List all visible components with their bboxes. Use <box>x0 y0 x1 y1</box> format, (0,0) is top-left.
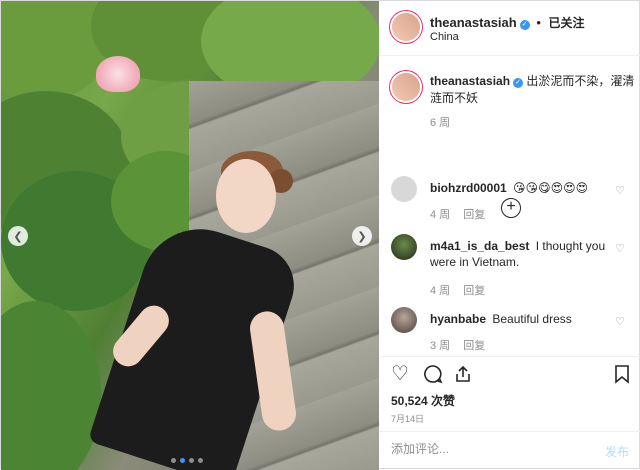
reply-button[interactable]: 回复 <box>463 285 485 297</box>
like-comment-heart-icon[interactable]: ♡ <box>615 315 625 328</box>
comment-time: 4 周 <box>430 285 451 297</box>
comment-text: Beautiful dress <box>492 312 572 326</box>
lotus-flower <box>96 56 140 92</box>
comment-time: 4 周 <box>430 209 451 221</box>
post-header: theanastasiah ✓ • 已关注 China <box>379 1 640 56</box>
comment-meta: 4 周 回复 <box>430 282 485 298</box>
location-link[interactable]: China <box>430 31 459 43</box>
post-date: 7月14日 <box>391 414 425 424</box>
following-button[interactable]: 已关注 <box>549 16 585 30</box>
caption-avatar[interactable] <box>392 73 420 101</box>
comment-item: biohzrd00001 😘😘😋😍😍😍 4 周 回复 ♡ <box>379 176 640 236</box>
separator-dot: • <box>536 15 541 30</box>
chevron-right-icon: ❯ <box>357 230 367 243</box>
commenter-avatar[interactable] <box>391 307 417 333</box>
face <box>216 159 276 233</box>
comment-item: hyanbabe Beautiful dress 3 周 回复 ♡ <box>379 307 640 367</box>
carousel-dot <box>189 458 194 463</box>
carousel-dot <box>171 458 176 463</box>
chevron-left-icon: ❮ <box>13 230 23 243</box>
comment-body: biohzrd00001 😘😘😋😍😍😍 <box>430 180 610 196</box>
carousel-indicator <box>171 458 203 463</box>
comment-input[interactable] <box>391 442 581 456</box>
post-actions: ♡ <box>391 363 631 389</box>
lotus-leaf <box>1 301 101 470</box>
caption-time: 6 周 <box>430 117 451 129</box>
add-comment-bar: 发布 <box>379 431 640 470</box>
post-comment-button[interactable]: 发布 <box>605 443 629 460</box>
post-photo[interactable]: ❮ ❯ <box>1 1 379 470</box>
instagram-post: ❮ ❯ theanastasiah ✓ • 已关注 China theanasta… <box>0 0 640 470</box>
divider <box>379 356 640 357</box>
comment-username[interactable]: m4a1_is_da_best <box>430 239 529 253</box>
caption-text-block: theanastasiah ✓ 出淤泥而不染，濯清涟而不妖 <box>430 73 635 107</box>
verified-icon: ✓ <box>519 20 530 30</box>
like-comment-heart-icon[interactable]: ♡ <box>615 184 625 197</box>
bookmark-icon[interactable] <box>613 364 631 384</box>
comment-text: 😘😘😋😍😍😍 <box>513 181 589 195</box>
caption-username[interactable]: theanastasiah <box>430 74 510 88</box>
carousel-dot <box>198 458 203 463</box>
comment-icon[interactable] <box>423 364 443 384</box>
comment-username[interactable]: hyanbabe <box>430 312 486 326</box>
like-comment-heart-icon[interactable]: ♡ <box>615 242 625 255</box>
comment-meta: 3 周 回复 <box>430 337 485 353</box>
previous-photo-button[interactable]: ❮ <box>8 226 28 246</box>
comment-body: hyanbabe Beautiful dress <box>430 311 610 327</box>
verified-icon: ✓ <box>513 78 524 88</box>
share-icon[interactable] <box>453 364 473 384</box>
carousel-dot-active <box>180 458 185 463</box>
header-username[interactable]: theanastasiah <box>430 15 517 30</box>
post-sidebar: theanastasiah ✓ • 已关注 China theanastasiah… <box>379 1 640 470</box>
reply-button[interactable]: 回复 <box>463 340 485 352</box>
likes-count[interactable]: 50,524 次赞 <box>391 392 455 409</box>
reply-button[interactable]: 回复 <box>463 209 485 221</box>
comment-time: 3 周 <box>430 340 451 352</box>
comment-body: m4a1_is_da_best I thought you were in Vi… <box>430 238 610 270</box>
like-heart-icon[interactable]: ♡ <box>391 363 409 385</box>
comment-item: m4a1_is_da_best I thought you were in Vi… <box>379 234 640 297</box>
avatar[interactable] <box>392 13 420 41</box>
commenter-avatar[interactable] <box>391 234 417 260</box>
commenter-avatar[interactable] <box>391 176 417 202</box>
comment-username[interactable]: biohzrd00001 <box>430 181 507 195</box>
next-photo-button[interactable]: ❯ <box>352 226 372 246</box>
comment-meta: 4 周 回复 <box>430 206 485 222</box>
header-user-line: theanastasiah ✓ • 已关注 <box>430 14 585 31</box>
